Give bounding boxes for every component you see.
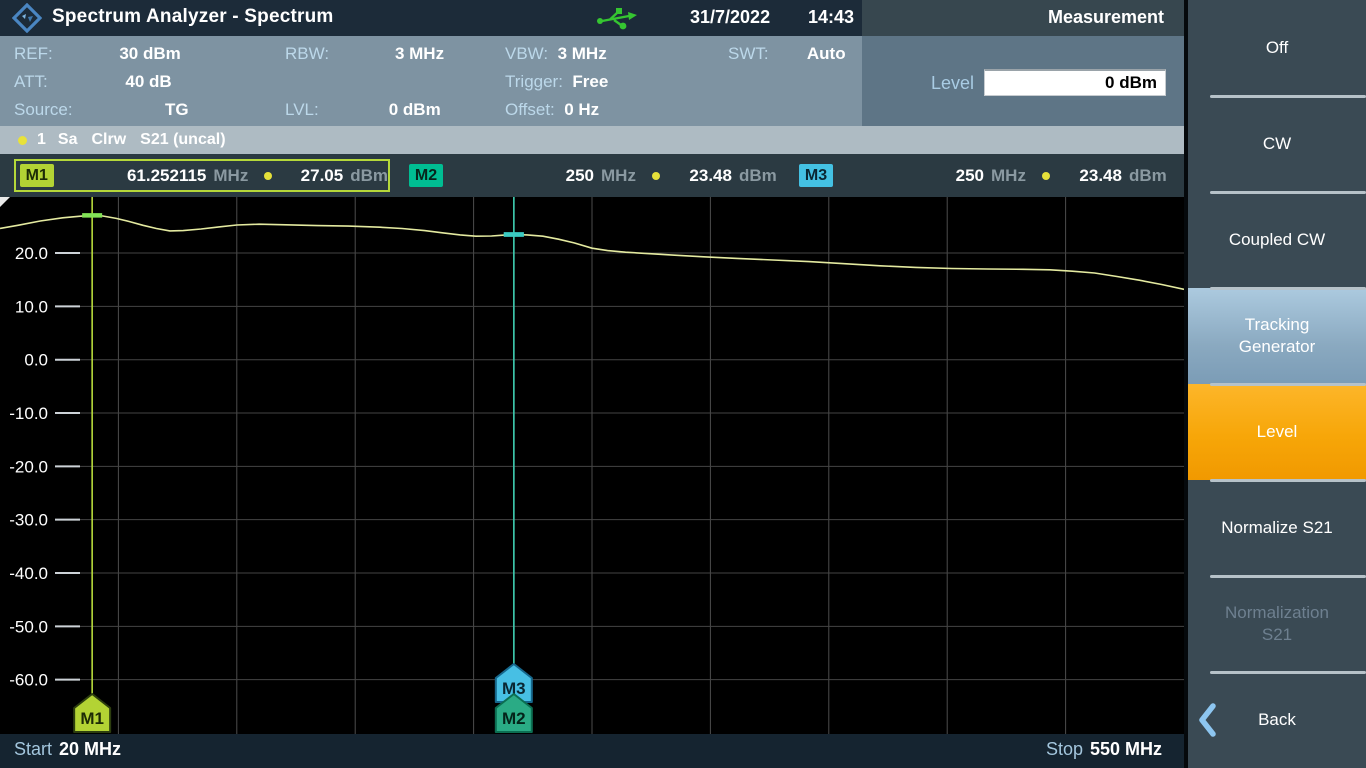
title-bar: Spectrum Analyzer - Spectrum 31/7/2022 1… xyxy=(0,0,862,36)
marker2-level: 23.48 xyxy=(689,165,732,185)
marker1-freq-unit: MHz xyxy=(213,165,249,185)
marker-lines xyxy=(91,197,515,732)
svg-text:M2: M2 xyxy=(502,709,526,728)
svg-text:-60.0: -60.0 xyxy=(9,671,48,690)
softkey-tracking-generator[interactable]: Tracking Generator xyxy=(1188,288,1366,386)
marker1-level: 27.05 xyxy=(300,165,344,185)
settings-panel: REF: 30 dBm ATT: 40 dB Source: TG RBW: 3 MHz… xyxy=(0,36,862,126)
level-input[interactable] xyxy=(984,69,1166,96)
back-chevron-icon xyxy=(1199,703,1216,737)
grid-lines xyxy=(55,197,1184,734)
trace-measurement: S21 (uncal) xyxy=(140,131,226,148)
separator-dot xyxy=(1041,171,1050,180)
trigger-setting: Trigger: Free xyxy=(505,72,609,91)
marker1-frequency: 61.252115 xyxy=(126,165,207,185)
marker-badge-m2[interactable]: M2 xyxy=(409,164,443,187)
separator-dot xyxy=(264,171,273,180)
marker3-frequency: 250 xyxy=(955,165,984,185)
usb-icon xyxy=(597,8,637,30)
source-setting: Source: TG xyxy=(14,100,189,119)
y-axis-labels: 20.0 10.0 0.0 -10.0 -20.0 -30.0 -40.0 -50.0 -60.… xyxy=(9,244,48,690)
softkey-menu: Off CW Coupled CW Tracking Generator Lev… xyxy=(1188,0,1366,768)
level-field-label: Level xyxy=(930,73,974,93)
softkey-normalization-s21: Normalization S21 xyxy=(1188,576,1366,674)
marker1-level-unit: dBm xyxy=(350,165,388,185)
menu-title-header: Measurement xyxy=(862,0,1184,36)
trace-info-bar: 1 Sa Clrw S21 (uncal) xyxy=(0,126,1184,154)
svg-text:-30.0: -30.0 xyxy=(9,511,48,530)
svg-text:-10.0: -10.0 xyxy=(9,404,48,423)
softkey-normalize-s21[interactable]: Normalize S21 xyxy=(1188,480,1366,578)
marker-badge-m1[interactable]: M1 xyxy=(20,164,54,187)
main-display: Spectrum Analyzer - Spectrum 31/7/2022 1… xyxy=(0,0,1184,768)
spectrum-analyzer-screen: Spectrum Analyzer - Spectrum 31/7/2022 1… xyxy=(0,0,1366,768)
rbw-setting: RBW: 3 MHz xyxy=(285,44,445,63)
marker-readout-m1[interactable]: M1 61.252115 MHz 27.05 dBm xyxy=(14,159,390,192)
swt-setting: SWT: Auto xyxy=(728,44,846,63)
frequency-axis-bar: Start 20 MHz Stop 550 MHz xyxy=(0,734,1184,768)
svg-text:20.0: 20.0 xyxy=(15,244,48,263)
marker2-level-unit: dBm xyxy=(738,165,777,185)
marker3-level: 23.48 xyxy=(1079,165,1122,185)
svg-text:-50.0: -50.0 xyxy=(9,617,48,636)
ref-setting: REF: 30 dBm xyxy=(14,44,181,63)
vbw-setting: VBW: 3 MHz xyxy=(505,44,607,63)
trace-detector: Sa xyxy=(57,131,78,148)
app-title: Spectrum Analyzer - Spectrum xyxy=(52,6,334,27)
lvl-setting: LVL: 0 dBm xyxy=(285,100,441,119)
plot-corner-mark xyxy=(0,197,10,207)
spectrum-chart[interactable]: 20.0 10.0 0.0 -10.0 -20.0 -30.0 -40.0 -50.0 -60.… xyxy=(0,197,1184,734)
marker-flag-m1[interactable]: M1 xyxy=(73,693,112,733)
offset-setting: Offset: 0 Hz xyxy=(505,100,600,119)
softkey-off[interactable]: Off xyxy=(1188,0,1366,98)
marker3-freq-unit: MHz xyxy=(991,165,1026,185)
marker-readout-bar: M1 61.252115 MHz 27.05 dBm M2 250 MHz 23… xyxy=(0,154,1184,197)
status-date: 31/7/2022 xyxy=(690,7,771,27)
svg-text:-20.0: -20.0 xyxy=(9,457,48,476)
stop-frequency: Stop 550 MHz xyxy=(1045,739,1162,759)
menu-title: Measurement xyxy=(1047,7,1164,27)
trace-mode: Clrw xyxy=(91,131,127,148)
separator-dot xyxy=(651,171,660,180)
measurement-panel: Level xyxy=(862,36,1184,126)
softkey-coupled-cw[interactable]: Coupled CW xyxy=(1188,192,1366,290)
marker-badge-m3[interactable]: M3 xyxy=(799,164,833,187)
marker2-freq-unit: MHz xyxy=(601,165,636,185)
rohde-schwarz-logo-icon xyxy=(12,3,42,33)
svg-text:M1: M1 xyxy=(80,709,104,728)
marker3-level-unit: dBm xyxy=(1128,165,1167,185)
status-time: 14:43 xyxy=(808,7,855,27)
trace-number: 1 xyxy=(37,131,46,148)
softkey-back[interactable]: Back xyxy=(1188,672,1366,768)
trace1-color-dot xyxy=(18,135,27,145)
svg-text:10.0: 10.0 xyxy=(15,297,48,316)
start-frequency: Start 20 MHz xyxy=(14,739,122,759)
svg-text:-40.0: -40.0 xyxy=(9,564,48,583)
softkey-level[interactable]: Level xyxy=(1188,384,1366,482)
marker2-frequency: 250 xyxy=(565,165,594,185)
marker-readout-m2[interactable]: M2 250 MHz 23.48 dBm xyxy=(405,159,777,192)
marker-readout-m3[interactable]: M3 250 MHz 23.48 dBm xyxy=(795,159,1167,192)
softkey-cw[interactable]: CW xyxy=(1188,96,1366,194)
att-setting: ATT: 40 dB xyxy=(14,72,172,91)
spectrum-plot-area[interactable]: 20.0 10.0 0.0 -10.0 -20.0 -30.0 -40.0 -50.0 -60.… xyxy=(0,197,1184,734)
svg-text:0.0: 0.0 xyxy=(24,351,48,370)
